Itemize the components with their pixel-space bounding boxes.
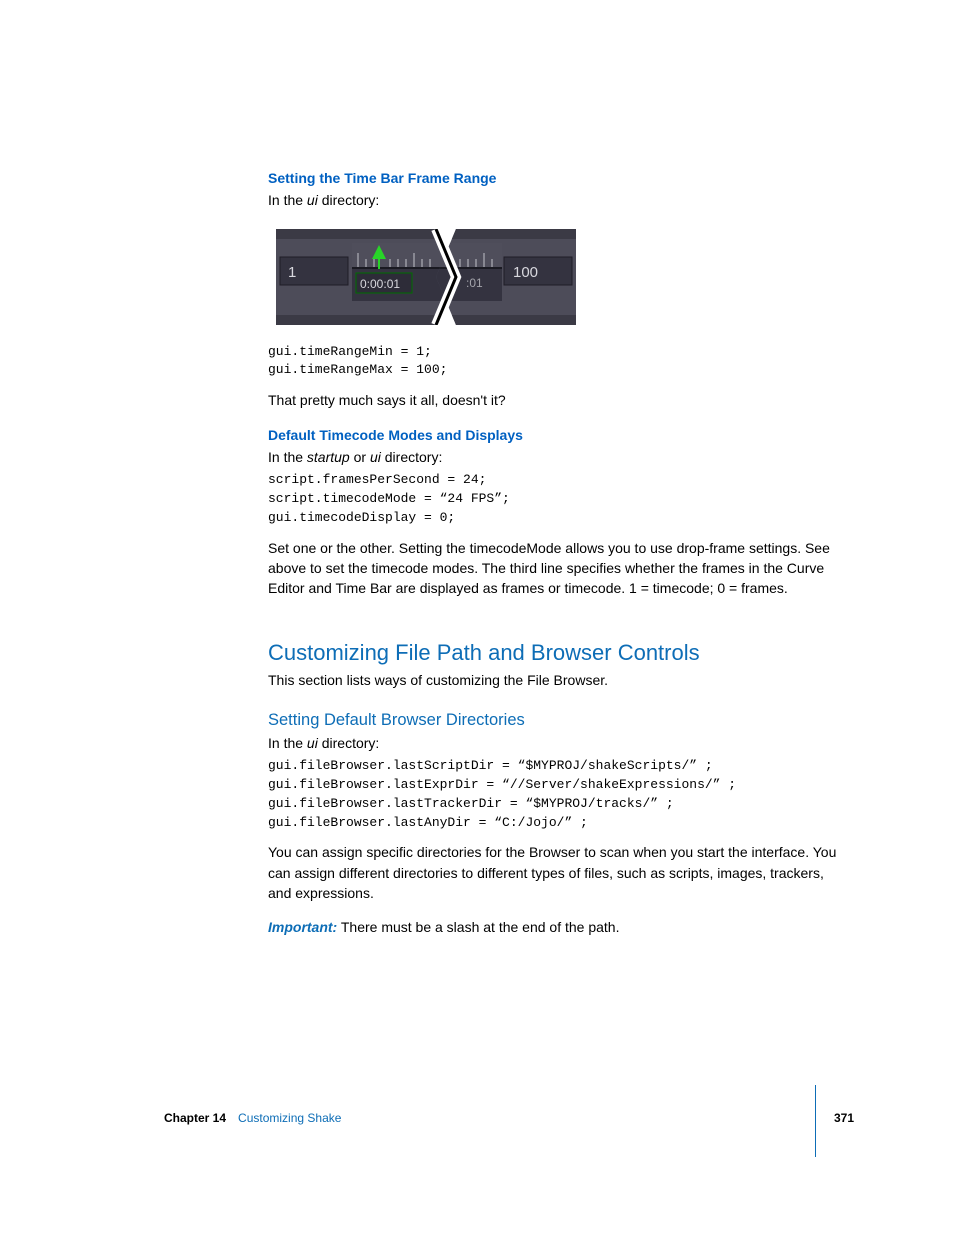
important-body: There must be a slash at the end of the … (337, 919, 619, 935)
section2-intro: In the startup or ui directory: (268, 447, 848, 467)
code-block-timebar: gui.timeRangeMin = 1; gui.timeRangeMax =… (268, 343, 848, 381)
section-heading-timebar: Setting the Time Bar Frame Range (268, 168, 848, 188)
code-block-directories: gui.fileBrowser.lastScriptDir = “$MYPROJ… (268, 757, 848, 832)
code-block-timecode: script.framesPerSecond = 24; script.time… (268, 471, 848, 528)
page-content: Setting the Time Bar Frame Range In the … (268, 168, 848, 938)
page-footer: Chapter 14 Customizing Shake 371 (164, 1110, 854, 1127)
text: directory: (318, 735, 379, 751)
text-italic: startup (307, 449, 350, 465)
page-number: 371 (834, 1110, 854, 1127)
section1-intro: In the ui directory: (268, 190, 848, 210)
section2-body: Set one or the other. Setting the timeco… (268, 538, 848, 599)
timebar-figure: 1 0:00:01 (276, 229, 848, 325)
section3-intro: This section lists ways of customizing t… (268, 670, 848, 690)
chapter-title: Customizing Shake (238, 1110, 341, 1127)
section-heading-timecode: Default Timecode Modes and Displays (268, 425, 848, 445)
svg-text:100: 100 (513, 264, 538, 281)
text: In the (268, 735, 307, 751)
section4-body: You can assign specific directories for … (268, 842, 848, 903)
text: directory: (381, 449, 442, 465)
sub-heading-directories: Setting Default Browser Directories (268, 709, 848, 733)
text: directory: (318, 192, 379, 208)
svg-text::01: :01 (466, 276, 483, 290)
text-italic: ui (307, 735, 318, 751)
svg-text:0:00:01: 0:00:01 (360, 277, 400, 291)
chapter-label: Chapter 14 (164, 1110, 226, 1127)
text-italic: ui (307, 192, 318, 208)
section1-closing: That pretty much says it all, doesn't it… (268, 390, 848, 410)
section4-important: Important: There must be a slash at the … (268, 917, 848, 937)
text: or (350, 449, 370, 465)
section4-intro: In the ui directory: (268, 733, 848, 753)
important-label: Important: (268, 919, 337, 935)
text-italic: ui (370, 449, 381, 465)
text: In the (268, 192, 307, 208)
footer-separator (815, 1085, 816, 1157)
text: In the (268, 449, 307, 465)
svg-text:1: 1 (288, 264, 296, 281)
main-heading-filepath: Customizing File Path and Browser Contro… (268, 637, 848, 669)
